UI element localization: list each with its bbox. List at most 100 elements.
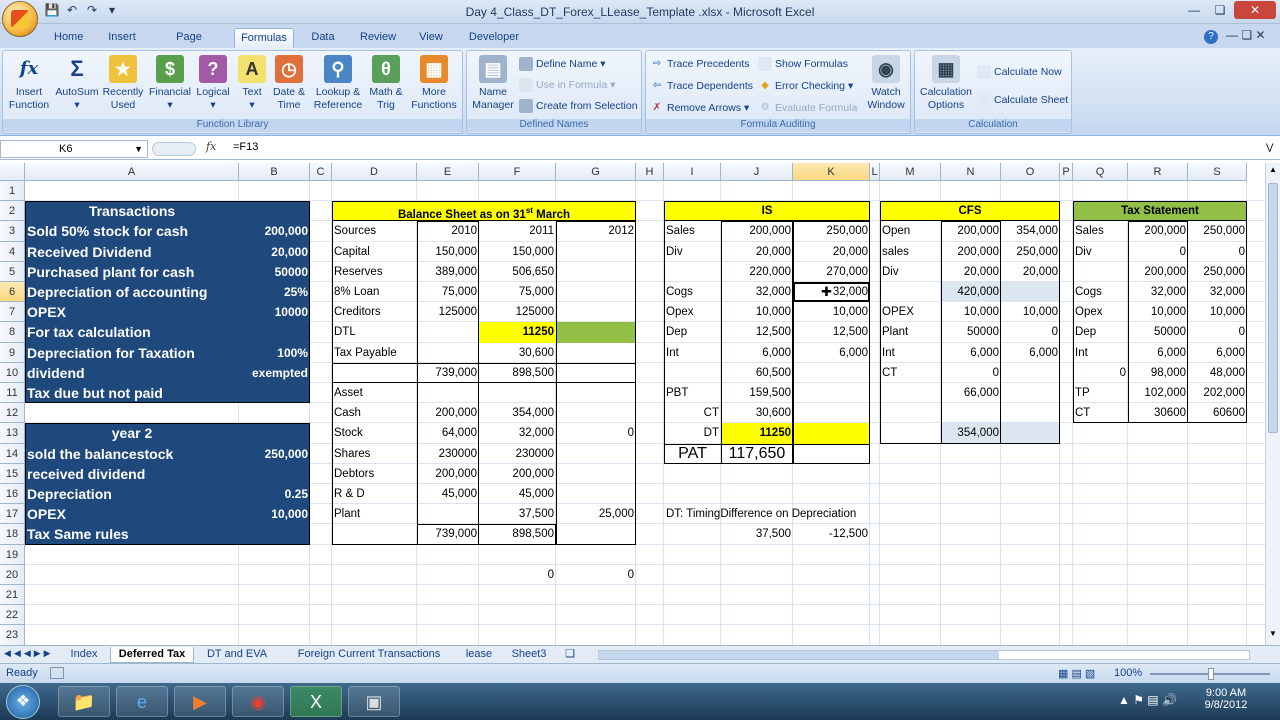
ribbon-minimize-icon[interactable]: — ❏ ✕ (1226, 28, 1265, 42)
row-header-3[interactable]: 3 (0, 221, 25, 242)
cell-g20[interactable]: 0 (556, 565, 636, 585)
column-header-f[interactable]: F (479, 163, 556, 181)
row-header-2[interactable]: 2 (0, 201, 25, 222)
row-header-21[interactable]: 21 (0, 585, 25, 606)
row-header-8[interactable]: 8 (0, 322, 25, 343)
define-name-button[interactable]: Define Name ▾ (519, 55, 605, 73)
vertical-scrollbar[interactable]: ▲ ▼ (1265, 163, 1280, 645)
calculate-sheet-button[interactable]: Calculate Sheet (977, 91, 1068, 109)
row-header-5[interactable]: 5 (0, 261, 25, 282)
row-header-4[interactable]: 4 (0, 241, 25, 262)
row-header-9[interactable]: 9 (0, 342, 25, 363)
row-header-1[interactable]: 1 (0, 181, 25, 202)
insert-sheet-icon[interactable]: ❏ (560, 647, 580, 663)
zoom-slider[interactable] (1150, 668, 1270, 680)
column-header-o[interactable]: O (1001, 163, 1060, 181)
scroll-down-icon[interactable]: ▼ (1268, 629, 1278, 641)
row-header-13[interactable]: 13 (0, 423, 25, 444)
lookup-reference-button[interactable]: ⚲ Lookup & Reference (311, 55, 365, 112)
more-functions-button[interactable]: ▦ More Functions (407, 55, 461, 112)
office-button[interactable] (2, 1, 38, 37)
tab-page-layout[interactable]: Page Layout (155, 28, 223, 61)
sheet-tab-sheet3[interactable]: Sheet3 (504, 647, 554, 663)
row-header-19[interactable]: 19 (0, 544, 25, 565)
cell-k18[interactable]: -12,500 (793, 524, 870, 544)
horizontal-scroll-thumb[interactable] (599, 651, 999, 659)
evaluate-formula-button[interactable]: ⚙ Evaluate Formula (758, 99, 858, 117)
tab-data[interactable]: Data (306, 28, 340, 48)
scroll-up-icon[interactable]: ▲ (1268, 165, 1278, 177)
financial-button[interactable]: $ Financial ▾ (145, 55, 195, 112)
name-box[interactable]: K6 ▼ (0, 140, 148, 158)
restore-button[interactable]: ❏ (1208, 1, 1232, 19)
view-buttons-icon[interactable]: ▦ ▤ ▧ (1058, 667, 1095, 680)
explorer-taskbar-icon[interactable]: 📁 (58, 686, 110, 717)
tray-icons[interactable]: ▲ ⚑ ▤ 🔊 (1118, 693, 1177, 707)
column-header-k[interactable]: K (793, 163, 870, 181)
tab-review[interactable]: Review (356, 28, 400, 48)
sheet-tab-lease[interactable]: lease (460, 647, 498, 663)
column-header-g[interactable]: G (556, 163, 636, 181)
row-header-6[interactable]: 6 (0, 282, 25, 303)
insert-function-button[interactable]: fx Insert Function (7, 55, 51, 112)
column-header-d[interactable]: D (332, 163, 417, 181)
row-header-15[interactable]: 15 (0, 463, 25, 484)
cell-f20[interactable]: 0 (479, 565, 556, 585)
trace-dependents-button[interactable]: ⇦ Trace Dependents (650, 77, 753, 95)
undo-icon[interactable]: ↶ (64, 3, 80, 19)
show-formulas-button[interactable]: Show Formulas (758, 55, 848, 73)
column-header-c[interactable]: C (310, 163, 332, 181)
formula-input[interactable]: =F13 (233, 141, 258, 153)
tab-insert[interactable]: Insert (102, 28, 142, 48)
sheet-tab-index[interactable]: Index (64, 647, 104, 663)
zoom-level[interactable]: 100% (1114, 667, 1142, 679)
customize-qat-icon[interactable]: ▾ (104, 3, 120, 19)
chrome-taskbar-icon[interactable]: ◉ (232, 686, 284, 717)
create-from-selection-button[interactable]: Create from Selection (519, 97, 638, 115)
sheet-nav-arrows-icon[interactable]: ◀◀◀▶▶ (4, 648, 54, 659)
column-header-h[interactable]: H (636, 163, 664, 181)
row-header-23[interactable]: 23 (0, 625, 25, 645)
text-button[interactable]: A Text ▾ (235, 55, 269, 112)
spreadsheet-grid[interactable]: A B C D E F G H I J K L M N O P Q R S 1 2 3 4 5 6 7 8 9 10 11 12 13 14 15… (0, 163, 1265, 645)
expand-formula-bar-icon[interactable]: ⋁ (1266, 142, 1273, 153)
save-icon[interactable]: 💾 (44, 3, 60, 19)
autosum-button[interactable]: Σ AutoSum ▾ (55, 55, 99, 112)
tab-formulas[interactable]: Formulas (234, 28, 294, 48)
row-header-17[interactable]: 17 (0, 504, 25, 525)
insert-function-fx-icon[interactable]: fx (206, 140, 216, 153)
zoom-slider-thumb[interactable] (1208, 668, 1214, 680)
column-header-j[interactable]: J (721, 163, 793, 181)
error-checking-button[interactable]: ◆ Error Checking ▾ (758, 77, 853, 95)
minimize-button[interactable]: — (1182, 1, 1206, 19)
close-button[interactable]: ✕ (1234, 1, 1276, 19)
trace-precedents-button[interactable]: ⇨ Trace Precedents (650, 55, 750, 73)
tab-view[interactable]: View (413, 28, 449, 48)
cell-i17[interactable]: DT: TimingDifference on Depreciation (664, 504, 870, 524)
sheet-tab-foreign-current[interactable]: Foreign Current Transactions (284, 647, 454, 663)
ie-taskbar-icon[interactable]: e (116, 686, 168, 717)
calculate-now-button[interactable]: Calculate Now (977, 63, 1062, 81)
row-header-16[interactable]: 16 (0, 484, 25, 505)
use-in-formula-button[interactable]: Use in Formula ▾ (519, 76, 615, 94)
select-all-corner[interactable] (0, 163, 25, 181)
row-header-14[interactable]: 14 (0, 443, 25, 464)
watch-window-button[interactable]: ◉ Watch Window (864, 55, 908, 112)
column-header-e[interactable]: E (417, 163, 479, 181)
name-box-dropdown-icon[interactable]: ▼ (134, 141, 143, 157)
row-header-11[interactable]: 11 (0, 383, 25, 404)
date-time-button[interactable]: ◷ Date & Time (269, 55, 309, 112)
column-header-b[interactable]: B (239, 163, 310, 181)
tab-developer[interactable]: Developer (464, 28, 524, 48)
recently-used-button[interactable]: ★ Recently Used (101, 55, 145, 112)
row-header-10[interactable]: 10 (0, 362, 25, 383)
column-header-l[interactable]: L (870, 163, 880, 181)
help-icon[interactable]: ? (1204, 30, 1218, 44)
row-header-22[interactable]: 22 (0, 605, 25, 626)
excel-taskbar-icon[interactable]: X (290, 686, 342, 717)
formula-bar-resize-handle[interactable] (152, 142, 196, 156)
redo-icon[interactable]: ↷ (84, 3, 100, 19)
name-manager-button[interactable]: ▤ Name Manager (471, 55, 515, 112)
column-header-r[interactable]: R (1128, 163, 1188, 181)
horizontal-scrollbar[interactable] (598, 650, 1250, 660)
